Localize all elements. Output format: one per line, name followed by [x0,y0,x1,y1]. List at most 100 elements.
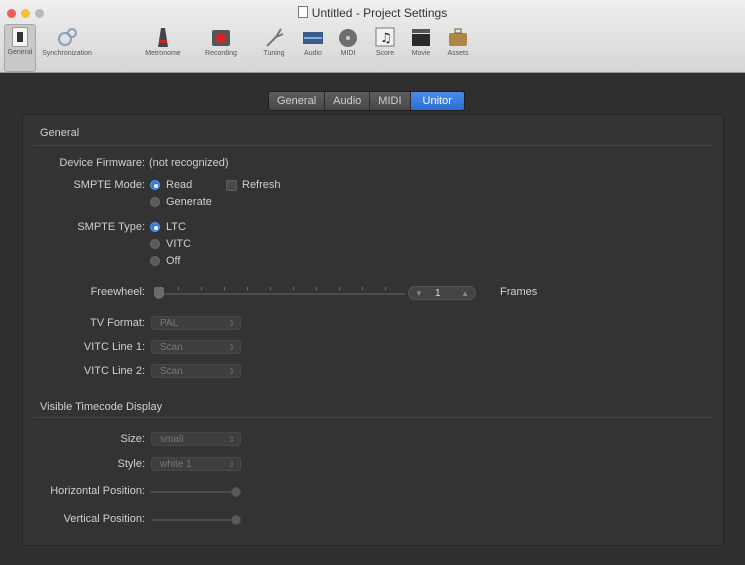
freewheel-value: 1 [435,288,441,299]
tab-general[interactable]: General [269,92,326,110]
vertical-position-knob[interactable] [231,515,241,525]
horizontal-position-slider[interactable] [151,491,237,493]
smpte-type-off-label: Off [166,255,181,267]
smpte-type-off-radio[interactable] [150,256,160,266]
chevron-updown-icon: ⇕ [228,319,235,328]
record-icon [210,26,232,48]
vitc-line2-select[interactable]: Scan ⇕ [151,364,241,378]
decrement-icon[interactable]: ▼ [415,287,423,300]
slider-tick [385,287,386,290]
tab-unitor[interactable]: Unitor [410,92,464,110]
toolbar-synchronization[interactable]: Synchronization [38,24,96,70]
vertical-position-label: Vertical Position: [63,513,145,525]
vitc-line1-label: VITC Line 1: [83,341,145,353]
project-settings-window: Untitled - Project Settings General Sync… [0,0,745,565]
refresh-label: Refresh [242,179,281,191]
title-bar: Untitled - Project Settings General Sync… [0,0,745,73]
metronome-icon [152,26,174,48]
tuning-fork-icon [263,26,285,48]
device-firmware-label: Device Firmware: [59,157,145,169]
audio-icon [302,26,324,48]
smpte-type-vitc-label: VITC [166,238,192,250]
slider-tick [339,287,340,290]
toolbar-label: General [7,49,33,56]
toolbar-movie[interactable]: Movie [406,24,436,70]
style-label: Style: [117,458,145,470]
style-select[interactable]: white 1 ⇕ [151,457,241,471]
svg-text:♫: ♫ [380,31,392,46]
toolbar-label: Assets [447,50,469,57]
smpte-mode-generate-radio[interactable] [150,197,160,207]
vitc-line2-value: Scan [160,366,183,377]
toolbar-metronome[interactable]: Metronome [141,24,185,70]
sync-icon [56,26,78,48]
toolbar-tuning[interactable]: Tuning [258,24,290,70]
toolbar-midi[interactable]: MIDI [334,24,362,70]
smpte-mode-generate-label: Generate [166,196,212,208]
toolbar-audio[interactable]: Audio [298,24,328,70]
window-title-text: Untitled - Project Settings [311,6,448,20]
toolbar-label: Movie [411,50,431,57]
increment-icon[interactable]: ▲ [461,287,469,300]
smpte-mode-label: SMPTE Mode: [73,179,145,191]
size-label: Size: [120,433,145,445]
refresh-checkbox[interactable] [226,180,237,191]
toolbar-recording[interactable]: Recording [201,24,241,70]
vitc-line1-select[interactable]: Scan ⇕ [151,340,241,354]
section-divider [33,145,713,146]
section-header-timecode: Visible Timecode Display [40,401,163,413]
tab-audio[interactable]: Audio [325,92,371,110]
toolbar-score[interactable]: ♫ Score [370,24,400,70]
slider-tick [316,287,317,290]
smpte-mode-read-label: Read [166,179,193,191]
chevron-updown-icon: ⇕ [228,367,235,376]
toolbar-assets[interactable]: Assets [442,24,474,70]
tv-format-label: TV Format: [89,317,145,329]
smpte-mode-read-radio[interactable] [150,180,160,190]
smpte-type-vitc-radio[interactable] [150,239,160,249]
freewheel-slider-knob[interactable] [154,287,164,299]
midi-icon [337,26,359,48]
clapboard-icon [410,26,432,48]
window-title: Untitled - Project Settings [0,6,745,20]
horizontal-position-knob[interactable] [231,487,241,497]
toolbar-general[interactable]: General [4,24,36,72]
section-header-general: General [40,127,80,139]
tv-format-select[interactable]: PAL ⇕ [151,316,241,330]
slider-tick [362,287,363,290]
freewheel-label: Freewheel: [90,286,145,298]
vitc-line1-value: Scan [160,342,183,353]
toolbar-label: Score [375,50,395,57]
horizontal-position-label: Horizontal Position: [50,485,145,497]
section-divider [33,417,713,418]
document-icon [297,6,308,18]
smpte-type-ltc-label: LTC [166,221,186,233]
slider-tick [201,287,202,290]
toolbar-label: Tuning [263,50,285,57]
general-icon [12,27,28,47]
smpte-type-ltc-radio[interactable] [150,222,160,232]
toolbar-label: Recording [205,50,237,57]
slider-tick [224,287,225,290]
chevron-updown-icon: ⇕ [228,343,235,352]
slider-tick [270,287,271,290]
slider-tick [293,287,294,290]
freewheel-slider-track[interactable] [155,293,405,295]
style-value: white 1 [160,459,192,470]
chevron-updown-icon: ⇕ [228,435,235,444]
size-value: small [160,434,184,445]
smpte-type-label: SMPTE Type: [77,221,145,233]
tab-midi[interactable]: MIDI [370,92,411,110]
freewheel-unit-label: Frames [500,286,538,298]
freewheel-stepper[interactable]: ▼ 1 ▲ [408,286,476,300]
slider-tick [247,287,248,290]
toolbar-label: MIDI [340,50,356,57]
vertical-position-slider[interactable] [151,519,237,521]
device-firmware-value: (not recognized) [149,157,229,169]
size-select[interactable]: small ⇕ [151,432,241,446]
vitc-line2-label: VITC Line 2: [83,365,145,377]
toolbar-label: Audio [304,50,322,57]
toolbar-label: Metronome [145,50,181,57]
score-icon: ♫ [374,26,396,48]
slider-tick [178,287,179,290]
